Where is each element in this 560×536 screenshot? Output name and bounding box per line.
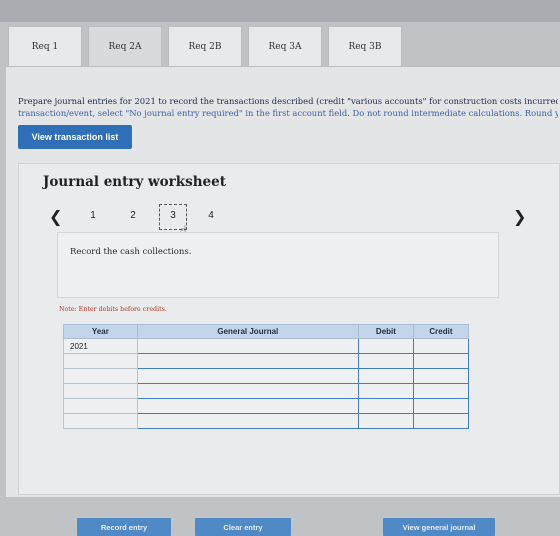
transaction-description: Record the cash collections. — [70, 247, 192, 257]
page-4[interactable]: 4 — [201, 210, 221, 221]
chevron-right-icon[interactable]: ❯ — [513, 207, 526, 226]
year-cell — [63, 353, 138, 369]
account-input[interactable] — [136, 353, 359, 369]
table-row — [63, 383, 470, 399]
journal-entry-worksheet: Journal entry worksheet ❮ 1 2 3 4 ❯ ☝ Re… — [18, 163, 560, 536]
debit-input[interactable] — [357, 383, 414, 399]
credit-input[interactable] — [412, 338, 470, 354]
column-year: Year — [63, 324, 138, 339]
instructions-line-1: Prepare journal entries for 2021 to reco… — [18, 96, 558, 106]
debit-input[interactable] — [357, 368, 414, 384]
account-input[interactable] — [136, 368, 359, 384]
tab-req-3a[interactable]: Req 3A — [248, 26, 322, 67]
credit-input[interactable] — [412, 353, 470, 369]
tab-req-1[interactable]: Req 1 — [8, 26, 82, 67]
worksheet-pager: ❮ 1 2 3 4 ❯ ☝ — [19, 204, 559, 239]
chevron-left-icon[interactable]: ❮ — [49, 207, 62, 226]
year-cell — [63, 368, 138, 384]
debit-input[interactable] — [357, 398, 414, 414]
debit-input[interactable] — [357, 338, 414, 354]
table-row — [63, 368, 470, 384]
account-input[interactable] — [136, 398, 359, 414]
column-general-journal: General Journal — [136, 324, 359, 339]
tab-req-2a[interactable]: Req 2A — [88, 26, 162, 67]
debit-credit-note: Note: Enter debits before credits. — [59, 306, 167, 313]
credit-input[interactable] — [412, 383, 470, 399]
requirement-panel: Prepare journal entries for 2021 to reco… — [6, 66, 560, 536]
table-row: 2021 — [63, 338, 470, 354]
year-cell — [63, 383, 138, 399]
table-row — [63, 398, 470, 414]
page-2[interactable]: 2 — [123, 210, 143, 221]
record-entry-button[interactable]: Record entry — [77, 518, 171, 536]
view-general-journal-button[interactable]: View general journal — [383, 518, 495, 536]
year-cell: 2021 — [63, 338, 138, 354]
browser-top-bar — [0, 0, 560, 22]
account-input[interactable] — [136, 338, 359, 354]
requirement-tabs: Req 1 Req 2A Req 2B Req 3A Req 3B — [8, 26, 408, 67]
table-row — [63, 413, 470, 429]
column-credit: Credit — [412, 324, 470, 339]
debit-input[interactable] — [357, 353, 414, 369]
transaction-description-box: Record the cash collections. — [57, 232, 499, 298]
account-input[interactable] — [136, 413, 359, 429]
instructions-line-2: transaction/event, select "No journal en… — [18, 108, 558, 118]
view-transaction-list-button[interactable]: View transaction list — [18, 125, 132, 149]
debit-input[interactable] — [357, 413, 414, 429]
table-row — [63, 353, 470, 369]
credit-input[interactable] — [412, 413, 470, 429]
credit-input[interactable] — [412, 398, 470, 414]
year-cell — [63, 398, 138, 414]
tab-req-3b[interactable]: Req 3B — [328, 26, 402, 67]
journal-entry-table: Year General Journal Debit Credit 2021 — [63, 324, 470, 429]
credit-input[interactable] — [412, 368, 470, 384]
instructions-text: Prepare journal entries for 2021 to reco… — [18, 95, 558, 119]
worksheet-title: Journal entry worksheet — [43, 174, 226, 190]
tab-req-2b[interactable]: Req 2B — [168, 26, 242, 67]
year-cell — [63, 413, 138, 429]
account-input[interactable] — [136, 383, 359, 399]
clear-entry-button[interactable]: Clear entry — [195, 518, 291, 536]
column-debit: Debit — [357, 324, 414, 339]
page-1[interactable]: 1 — [83, 210, 103, 221]
